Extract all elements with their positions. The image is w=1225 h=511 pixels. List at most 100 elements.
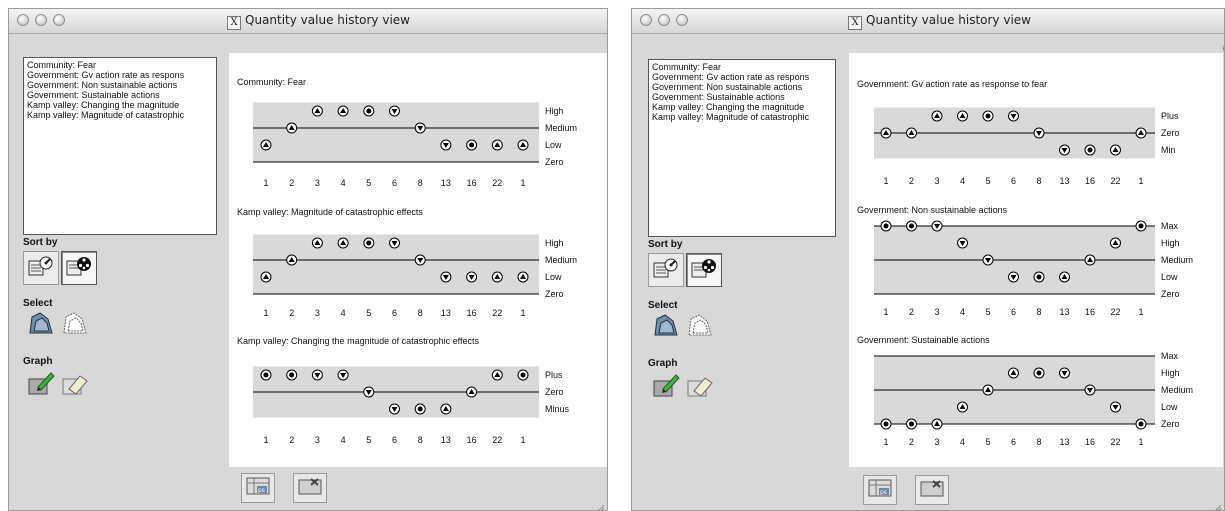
- x-tick-label: 13: [1059, 437, 1069, 447]
- erase-graph-button[interactable]: [57, 369, 93, 403]
- list-item[interactable]: Kamp valley: Changing the magnitude: [27, 100, 213, 110]
- state-marker-steady: [880, 418, 892, 430]
- minimize-window-button[interactable]: [658, 14, 670, 26]
- select-all-button[interactable]: [23, 309, 59, 343]
- steady-dot: [909, 223, 914, 229]
- x-tick-label: 16: [467, 435, 477, 445]
- resize-grip[interactable]: [595, 498, 605, 510]
- x11-app-icon: X: [227, 16, 241, 30]
- state-marker-up: [931, 110, 943, 122]
- x-tick-label: 1: [1138, 176, 1143, 186]
- state-marker-down: [1084, 384, 1096, 396]
- zoom-window-button[interactable]: [53, 14, 65, 26]
- list-item[interactable]: Government: Non sustainable actions: [27, 80, 213, 90]
- level-label: Medium: [545, 255, 577, 265]
- export-postscript-button[interactable]: ps: [863, 475, 897, 505]
- draw-graph-button[interactable]: [648, 371, 684, 405]
- select-all-button[interactable]: [648, 311, 684, 345]
- list-item[interactable]: Government: Sustainable actions: [27, 90, 213, 100]
- level-label: Low: [1161, 402, 1178, 412]
- sort-by-value-button[interactable]: [23, 251, 59, 285]
- title-bar[interactable]: X Quantity value history view: [632, 9, 1224, 34]
- x-tick-label: 5: [985, 437, 990, 447]
- sort-by-state-button[interactable]: [61, 251, 97, 285]
- steady-dot: [366, 108, 372, 114]
- x-tick-label: 13: [1059, 176, 1069, 186]
- sort-by-state-button[interactable]: [686, 253, 722, 287]
- state-marker-up: [260, 139, 272, 151]
- list-item[interactable]: Government: Gv action rate as respons: [27, 70, 213, 80]
- level-label: High: [545, 106, 564, 116]
- quantity-list[interactable]: Community: Fear Government: Gv action ra…: [23, 57, 217, 235]
- state-marker-steady: [1033, 271, 1045, 283]
- x-tick-label: 8: [418, 178, 423, 188]
- graph-title: Government: Gv action rate as response t…: [857, 79, 1047, 89]
- x-tick-label: 6: [1011, 437, 1016, 447]
- graph-label: Graph: [23, 356, 53, 367]
- list-item[interactable]: Kamp valley: Magnitude of catastrophic: [27, 110, 213, 120]
- state-marker-up: [982, 384, 994, 396]
- list-item[interactable]: Kamp valley: Magnitude of catastrophic: [652, 112, 832, 122]
- x-tick-label: 16: [467, 178, 477, 188]
- quantity-list[interactable]: Community: Fear Government: Gv action ra…: [648, 59, 836, 237]
- x-tick-label: 3: [315, 435, 320, 445]
- state-marker-steady: [1135, 220, 1147, 232]
- title-bar[interactable]: X Quantity value history view: [9, 9, 607, 34]
- minimize-window-button[interactable]: [35, 14, 47, 26]
- x-tick-label: 22: [1110, 307, 1120, 317]
- level-label: Plus: [545, 370, 563, 380]
- erase-graph-button[interactable]: [682, 371, 718, 405]
- deselect-all-icon: [60, 309, 90, 343]
- list-item[interactable]: Government: Non sustainable actions: [652, 82, 832, 92]
- state-marker-up: [957, 401, 968, 413]
- x-tick-label: 1: [520, 308, 525, 318]
- state-marker-down: [440, 271, 452, 283]
- erase-graph-icon: [60, 369, 90, 403]
- deselect-all-button[interactable]: [682, 311, 718, 345]
- level-label: Low: [545, 140, 562, 150]
- sort-by-label: Sort by: [23, 237, 58, 248]
- select-all-icon: [651, 311, 681, 345]
- export-postscript-icon: ps: [868, 478, 892, 502]
- state-marker-down: [1059, 144, 1070, 156]
- close-window-button[interactable]: [17, 14, 29, 26]
- steady-dot: [263, 372, 269, 378]
- list-item[interactable]: Government: Gv action rate as respons: [652, 72, 832, 82]
- svg-text:ps: ps: [258, 487, 265, 494]
- list-item[interactable]: Government: Sustainable actions: [652, 92, 832, 102]
- sort-by-value-button[interactable]: [648, 253, 684, 287]
- level-label: High: [545, 238, 564, 248]
- state-marker-up: [957, 110, 968, 122]
- state-marker-steady: [906, 220, 917, 232]
- resize-grip[interactable]: [1212, 498, 1222, 510]
- close-window-button[interactable]: [640, 14, 652, 26]
- close-view-button[interactable]: [293, 473, 327, 503]
- deselect-all-button[interactable]: [57, 309, 93, 343]
- state-marker-steady: [1084, 144, 1096, 156]
- state-marker-down: [389, 403, 400, 415]
- history-window-1: X Quantity value history view Community: …: [8, 8, 608, 511]
- x11-app-icon: X: [848, 16, 862, 30]
- x-tick-label: 2: [909, 176, 914, 186]
- x-tick-label: 4: [960, 437, 965, 447]
- state-marker-up: [1059, 271, 1070, 283]
- window-title: X Quantity value history view: [227, 13, 410, 30]
- x-tick-label: 3: [934, 176, 939, 186]
- graph-canvas: Government: Gv action rate as response t…: [857, 79, 1193, 447]
- state-marker-steady: [1135, 418, 1147, 430]
- state-marker-down: [1008, 271, 1019, 283]
- close-view-button[interactable]: [915, 475, 949, 505]
- x-tick-label: 16: [1085, 307, 1095, 317]
- list-item[interactable]: Community: Fear: [27, 60, 213, 70]
- level-label: Medium: [1161, 385, 1193, 395]
- x-tick-label: 3: [315, 178, 320, 188]
- state-marker-up: [337, 237, 349, 249]
- export-postscript-button[interactable]: ps: [241, 473, 275, 503]
- steady-dot: [985, 113, 991, 119]
- steady-dot: [1036, 370, 1042, 376]
- zoom-window-button[interactable]: [676, 14, 688, 26]
- list-item[interactable]: Kamp valley: Changing the magnitude: [652, 102, 832, 112]
- sort-by-label: Sort by: [648, 239, 683, 250]
- draw-graph-button[interactable]: [23, 369, 59, 403]
- list-item[interactable]: Community: Fear: [652, 62, 832, 72]
